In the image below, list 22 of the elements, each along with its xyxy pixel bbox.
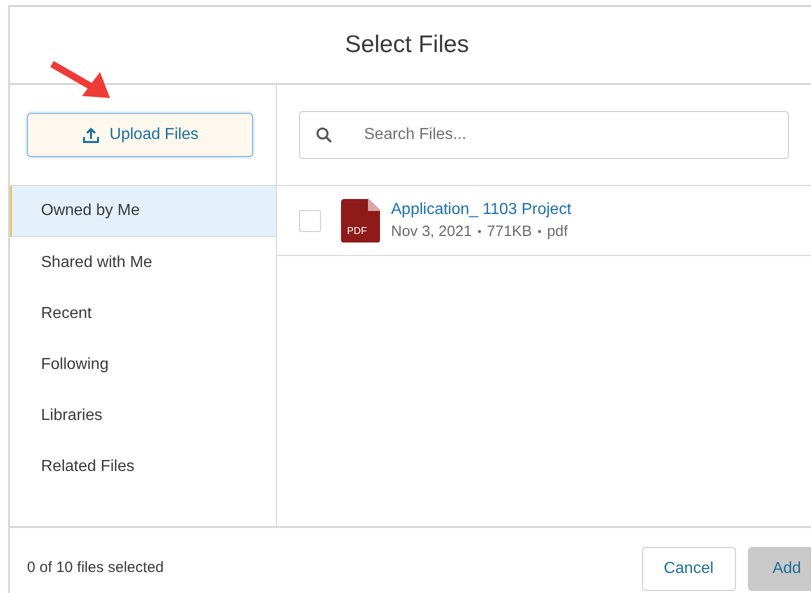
- search-icon: [315, 126, 333, 144]
- upload-icon: [82, 126, 100, 144]
- sidebar-item[interactable]: Libraries: [10, 390, 276, 441]
- separator-dot-icon: [478, 230, 481, 233]
- upload-files-button[interactable]: Upload Files: [27, 113, 253, 157]
- sidebar-item[interactable]: Shared with Me: [10, 237, 276, 288]
- search-field[interactable]: Search Files...: [299, 111, 789, 159]
- file-extension: pdf: [546, 223, 568, 240]
- file-size: 771KB: [486, 223, 532, 240]
- file-checkbox[interactable]: [299, 210, 321, 232]
- pointer-arrow-drawing: [50, 60, 112, 100]
- sidebar-item[interactable]: Related Files: [10, 441, 276, 492]
- sidebar-item[interactable]: Following: [10, 339, 276, 390]
- selection-count: 0 of 10 files selected: [27, 559, 164, 576]
- sidebar-item[interactable]: Recent: [10, 288, 276, 339]
- pdf-file-icon: PDF: [341, 198, 380, 242]
- file-date: Nov 3, 2021: [391, 223, 472, 240]
- sidebar-item[interactable]: Owned by Me: [10, 186, 276, 237]
- file-name-link[interactable]: Application_ 1103 Project: [391, 201, 572, 218]
- separator-dot-icon: [538, 230, 541, 233]
- dialog-title: Select Files: [344, 31, 470, 59]
- cancel-button[interactable]: Cancel: [642, 547, 736, 591]
